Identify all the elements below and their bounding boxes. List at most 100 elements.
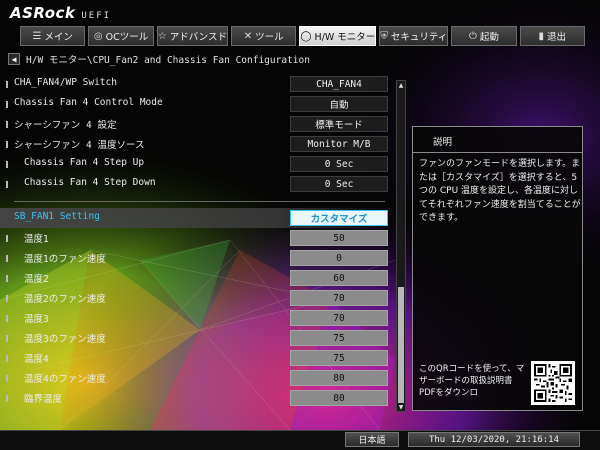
- setting-row-temp2-fan-speed[interactable]: 温度2のファン速度 70: [0, 288, 395, 308]
- setting-label: Chassis Fan 4 Step Up: [24, 157, 145, 168]
- tab-main[interactable]: ☰ メイン: [20, 26, 86, 46]
- setting-value-dropdown[interactable]: Monitor M/B: [290, 136, 388, 152]
- tab-advanced[interactable]: ☆ アドバンスド: [156, 26, 228, 46]
- setting-row-cha-fan4-wp-switch[interactable]: CHA_FAN4/WP Switch CHA_FAN4: [0, 74, 395, 94]
- row-marker: [6, 295, 8, 302]
- description-title: 説明: [413, 127, 582, 153]
- setting-label: シャーシファン 4 温度ソース: [14, 140, 145, 151]
- setting-value-input[interactable]: 70: [290, 310, 388, 326]
- setting-label: 温度2のファン速度: [24, 294, 106, 305]
- row-marker: [6, 81, 8, 88]
- setting-value-dropdown[interactable]: カスタマイズ: [290, 210, 388, 226]
- setting-label: 温度4のファン速度: [24, 374, 106, 385]
- setting-row-temp1[interactable]: 温度1 50: [0, 228, 395, 248]
- setting-value-input[interactable]: 80: [290, 390, 388, 406]
- setting-label: 温度4: [24, 354, 49, 365]
- row-marker: [6, 235, 8, 242]
- settings-scrollbar[interactable]: ▲ ▼: [396, 80, 406, 412]
- star-icon: ☆: [157, 30, 167, 42]
- setting-value-input[interactable]: 70: [290, 290, 388, 306]
- setting-label: 温度1: [24, 234, 49, 245]
- setting-value-dropdown[interactable]: 0 Sec: [290, 156, 388, 172]
- setting-value-dropdown[interactable]: CHA_FAN4: [290, 76, 388, 92]
- row-marker: [6, 335, 8, 342]
- tab-label: 起動: [479, 32, 499, 43]
- setting-value-dropdown[interactable]: 標準モード: [290, 116, 388, 132]
- tab-security[interactable]: ⛨ セキュリティ: [379, 26, 449, 46]
- setting-value-input[interactable]: 75: [290, 350, 388, 366]
- setting-row-sb-fan1-setting[interactable]: SB_FAN1 Setting カスタマイズ: [0, 208, 395, 228]
- row-marker: [6, 375, 8, 382]
- setting-row-chassis-fan4-step-down[interactable]: Chassis Fan 4 Step Down 0 Sec: [0, 174, 395, 194]
- setting-value-input[interactable]: 50: [290, 230, 388, 246]
- setting-label: Chassis Fan 4 Step Down: [24, 177, 156, 188]
- setting-value-input[interactable]: 60: [290, 270, 388, 286]
- setting-row-temp2[interactable]: 温度2 60: [0, 268, 395, 288]
- setting-row-temp3[interactable]: 温度3 70: [0, 308, 395, 328]
- row-marker: [6, 255, 8, 262]
- setting-row-temp4-fan-speed[interactable]: 温度4のファン速度 80: [0, 368, 395, 388]
- monitor-gauge-icon: ◯: [300, 30, 312, 42]
- row-marker: [6, 141, 8, 148]
- setting-label: CHA_FAN4/WP Switch: [14, 77, 117, 88]
- setting-label: SB_FAN1 Setting: [14, 211, 100, 222]
- setting-row-chassis-fan4-temp-source[interactable]: シャーシファン 4 温度ソース Monitor M/B: [0, 134, 395, 154]
- exit-door-icon: ▮: [538, 30, 545, 42]
- row-marker: [6, 315, 8, 322]
- tab-label: アドバンスド: [169, 32, 227, 43]
- scrollbar-thumb[interactable]: [398, 287, 404, 403]
- tab-hw-monitor[interactable]: ◯ H/W モニター: [299, 26, 377, 46]
- row-marker: [6, 275, 8, 282]
- brand-name: ASRock: [10, 4, 76, 22]
- tab-oc-tools[interactable]: ◎ OCツール: [88, 26, 154, 46]
- setting-value-input[interactable]: 75: [290, 330, 388, 346]
- section-divider: [0, 194, 395, 208]
- row-marker: [6, 161, 8, 168]
- language-button[interactable]: 日本語: [345, 432, 399, 447]
- setting-value-input[interactable]: 80: [290, 370, 388, 386]
- row-marker: [6, 395, 8, 402]
- row-marker: [6, 181, 8, 188]
- setting-label: 温度2: [24, 274, 49, 285]
- setting-row-chassis-fan4-setting[interactable]: シャーシファン 4 設定 標準モード: [0, 114, 395, 134]
- setting-label: シャーシファン 4 設定: [14, 120, 117, 131]
- tab-label: H/W モニター: [314, 32, 376, 43]
- tab-tools[interactable]: ✕ ツール: [230, 26, 297, 46]
- setting-row-chassis-fan4-control-mode[interactable]: Chassis Fan 4 Control Mode 自動: [0, 94, 395, 114]
- power-icon: ⏻: [468, 30, 477, 42]
- setting-label: Chassis Fan 4 Control Mode: [14, 97, 163, 108]
- main-menu-tabs: ☰ メイン ◎ OCツール ☆ アドバンスド ✕ ツール ◯ H/W モニター ⛨ セキュリ…: [20, 26, 585, 46]
- tab-label: ツール: [255, 32, 284, 43]
- back-arrow-icon[interactable]: ◀: [8, 53, 20, 65]
- setting-value-input[interactable]: 0: [290, 250, 388, 266]
- tab-label: メイン: [44, 32, 73, 43]
- qr-instructions: このQRコードを使って、マザーボードの取扱説明書PDFをダウンロ: [419, 364, 525, 398]
- tab-label: セキュリティ: [390, 32, 448, 43]
- shield-icon: ⛨: [380, 30, 388, 42]
- tab-label: OCツール: [105, 32, 149, 43]
- setting-row-chassis-fan4-step-up[interactable]: Chassis Fan 4 Step Up 0 Sec: [0, 154, 395, 174]
- description-text: ファンのファンモードを選択します。または［カスタマイズ］を選択すると、5 つの …: [419, 159, 581, 223]
- uefi-label: UEFI: [81, 11, 112, 21]
- setting-value-dropdown[interactable]: 自動: [290, 96, 388, 112]
- scroll-up-icon[interactable]: ▲: [397, 81, 405, 89]
- setting-row-temp4[interactable]: 温度4 75: [0, 348, 395, 368]
- settings-list: CHA_FAN4/WP Switch CHA_FAN4 Chassis Fan …: [0, 74, 395, 408]
- asrock-logo: ASRock UEFI: [10, 4, 111, 22]
- row-marker: [6, 121, 8, 128]
- setting-value-dropdown[interactable]: 0 Sec: [290, 176, 388, 192]
- tab-exit[interactable]: ▮ 退出: [519, 26, 585, 46]
- setting-label: 温度3: [24, 314, 49, 325]
- scroll-down-icon[interactable]: ▼: [397, 403, 405, 411]
- tab-label: 退出: [547, 32, 567, 43]
- setting-row-critical-temp[interactable]: 臨界温度 80: [0, 388, 395, 408]
- setting-label: 臨界温度: [24, 394, 63, 405]
- setting-label: 温度3のファン速度: [24, 334, 106, 345]
- setting-row-temp3-fan-speed[interactable]: 温度3のファン速度 75: [0, 328, 395, 348]
- qr-code-icon: [531, 361, 575, 405]
- setting-row-temp1-fan-speed[interactable]: 温度1のファン速度 0: [0, 248, 395, 268]
- breadcrumb-path: H/W モニター\CPU_Fan2 and Chassis Fan Config…: [26, 55, 310, 66]
- setting-label: 温度1のファン速度: [24, 254, 106, 265]
- tab-boot[interactable]: ⏻ 起動: [451, 26, 517, 46]
- row-marker: [6, 355, 8, 362]
